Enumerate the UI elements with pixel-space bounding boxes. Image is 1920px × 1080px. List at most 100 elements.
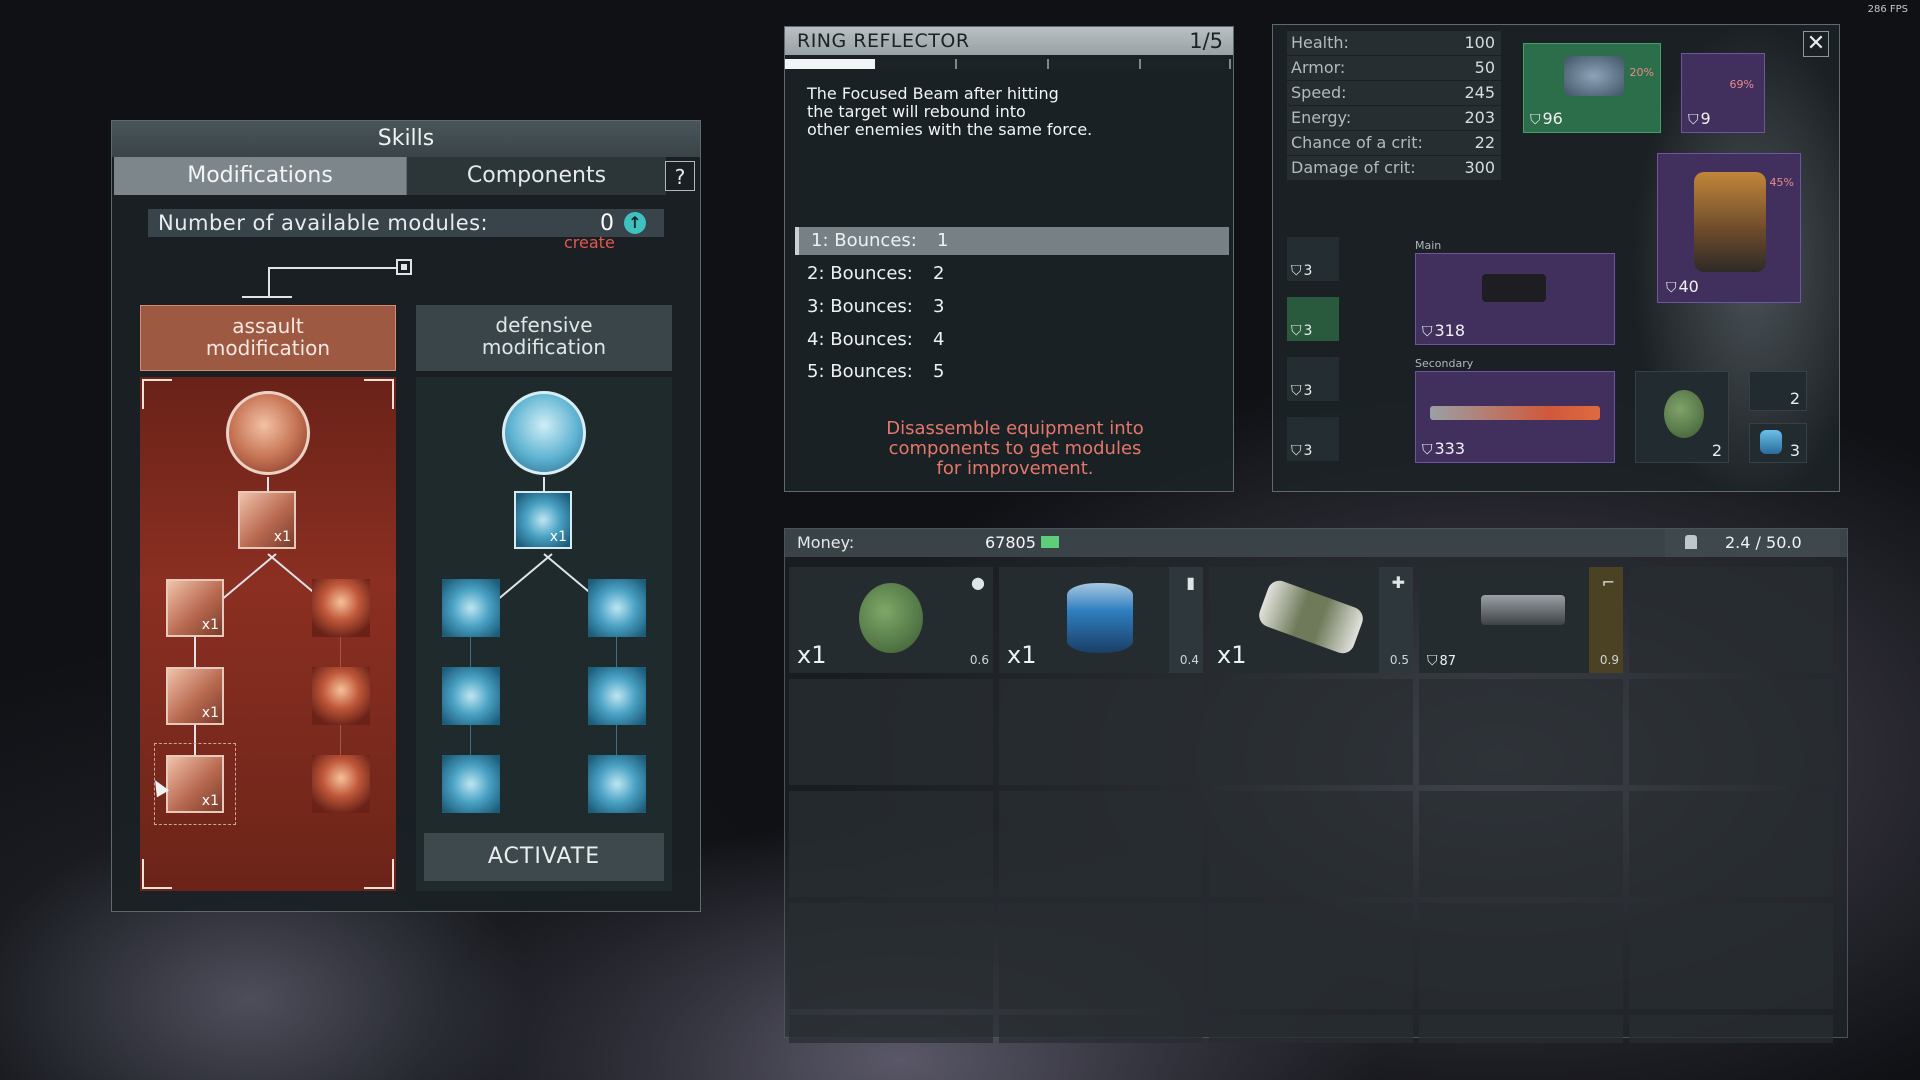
body-armor-slot[interactable]: 45% 40 xyxy=(1657,153,1801,303)
battery-icon xyxy=(1067,583,1133,653)
battery-icon xyxy=(1760,430,1782,454)
equipment-panel: Health:100 Armor:50 Speed:245 Energy:203… xyxy=(1272,24,1840,492)
armor-shield-skill-icon[interactable] xyxy=(588,755,646,813)
expand-icon[interactable] xyxy=(396,259,412,275)
defensive-modification-header[interactable]: defensive modification xyxy=(416,305,672,371)
inventory-slot[interactable] xyxy=(999,1015,1203,1043)
quick-slot[interactable]: 3 xyxy=(1749,423,1807,463)
modules-label: Number of available modules: xyxy=(158,209,488,237)
assault-modification-label: assault modification xyxy=(141,315,395,359)
body-shield-skill-icon[interactable] xyxy=(502,391,586,475)
tab-modifications[interactable]: Modifications xyxy=(114,157,406,195)
beam-target-skill-icon[interactable]: x1 xyxy=(166,667,224,725)
selection-frame xyxy=(154,743,236,825)
level-row: 4: Bounces:4 xyxy=(795,326,1225,354)
drone-slot[interactable]: 20% 96 xyxy=(1523,43,1661,133)
inventory-slot[interactable] xyxy=(999,903,1203,1009)
help-button[interactable]: ? xyxy=(665,161,695,191)
skill-level-count: 1/5 xyxy=(1189,27,1223,55)
mod-slot[interactable]: 3 xyxy=(1287,237,1339,281)
beam-burst-skill-icon[interactable] xyxy=(312,579,370,637)
mod-slot[interactable]: 3 xyxy=(1287,417,1339,461)
claw-skill-icon[interactable]: x1 xyxy=(514,491,572,549)
inventory-slot[interactable] xyxy=(1419,791,1623,897)
pistol-type-icon: ⌐ xyxy=(1602,573,1615,592)
pistol-icon xyxy=(1481,595,1565,625)
create-link[interactable]: create xyxy=(564,233,615,252)
main-weapon-slot[interactable]: 318 xyxy=(1415,253,1615,345)
inventory-item[interactable]: 87 ⌐ 0.9 xyxy=(1419,567,1623,673)
inventory-slot[interactable] xyxy=(1629,791,1833,897)
add-module-icon[interactable]: ↑ xyxy=(624,212,646,234)
expand-skill-icon[interactable] xyxy=(442,667,500,725)
skill-progress-fill xyxy=(785,59,875,69)
inventory-slot[interactable] xyxy=(1209,903,1413,1009)
vest-icon xyxy=(1694,172,1766,272)
skill-description-panel: RING REFLECTOR 1/5 The Focused Beam afte… xyxy=(784,26,1234,492)
inventory-slot[interactable] xyxy=(1629,1015,1833,1043)
mod-slot[interactable]: 3 xyxy=(1287,357,1339,401)
frost-skill-icon[interactable] xyxy=(442,579,500,637)
progress-tick xyxy=(955,59,957,69)
beam-explosion-skill-icon[interactable] xyxy=(312,755,370,813)
inventory-slot[interactable] xyxy=(789,791,993,897)
level-row: 2: Bounces:2 xyxy=(795,260,1225,288)
focused-beam-skill-icon[interactable] xyxy=(226,391,310,475)
connector-line xyxy=(268,267,398,269)
helmet-slot[interactable]: 69% 9 xyxy=(1681,53,1765,133)
stat-crit-damage: Damage of crit:300 xyxy=(1287,156,1501,180)
inventory-slot[interactable] xyxy=(1209,791,1413,897)
frame-corner xyxy=(142,859,172,889)
activate-button[interactable]: ACTIVATE xyxy=(424,833,664,881)
inventory-slot[interactable] xyxy=(1629,679,1833,785)
inventory-slot[interactable] xyxy=(1419,679,1623,785)
stat-armor: Armor:50 xyxy=(1287,56,1501,80)
close-button[interactable]: ✕ xyxy=(1803,31,1829,57)
stat-energy: Energy:203 xyxy=(1287,106,1501,130)
drone-icon xyxy=(1564,56,1624,96)
inventory-slot[interactable] xyxy=(1629,567,1833,673)
inventory-slot[interactable] xyxy=(1629,903,1833,1009)
main-weapon-label: Main xyxy=(1415,239,1441,252)
connector-line xyxy=(242,296,292,298)
connector-line xyxy=(194,637,196,671)
inventory-slot[interactable] xyxy=(1209,1015,1413,1043)
tab-components[interactable]: Components xyxy=(406,157,666,195)
inventory-slot[interactable] xyxy=(1419,903,1623,1009)
inventory-slot[interactable] xyxy=(999,679,1203,785)
secondary-weapon-slot[interactable]: 333 xyxy=(1415,371,1615,463)
secondary-weapon-label: Secondary xyxy=(1415,357,1473,370)
assault-tree: x1 x1 x1 x1 xyxy=(140,377,396,891)
inventory-slot[interactable] xyxy=(1419,1015,1623,1043)
assault-modification-header[interactable]: assault modification xyxy=(140,305,396,371)
frame-corner xyxy=(364,379,394,409)
hex-shield-skill-icon[interactable] xyxy=(588,579,646,637)
connector-line xyxy=(616,637,617,671)
inventory-slot[interactable] xyxy=(789,1015,993,1043)
medkit-icon xyxy=(1256,577,1366,656)
connector-line xyxy=(498,553,553,600)
fire-beam-skill-icon[interactable]: x1 xyxy=(238,491,296,549)
stat-crit-chance: Chance of a crit:22 xyxy=(1287,131,1501,155)
inventory-header: Money: 67805 2.4 / 50.0 xyxy=(785,529,1847,557)
mod-slot[interactable]: 3 xyxy=(1287,297,1339,341)
beam-power-skill-icon[interactable]: x1 xyxy=(166,579,224,637)
flame-skill-icon[interactable] xyxy=(312,667,370,725)
inventory-item[interactable]: x1 ● 0.6 xyxy=(789,567,993,673)
grenade-slot[interactable]: 2 xyxy=(1635,371,1729,463)
fist-skill-icon[interactable] xyxy=(442,755,500,813)
connector-line xyxy=(340,637,341,671)
inventory-slot[interactable] xyxy=(1209,679,1413,785)
level-row: 1: Bounces:1 xyxy=(795,227,1229,255)
inventory-slot[interactable] xyxy=(789,679,993,785)
skill-description: The Focused Beam after hitting the targe… xyxy=(807,85,1207,139)
inventory-item[interactable]: x1 ▮ 0.4 xyxy=(999,567,1203,673)
grenade-icon xyxy=(1664,390,1704,438)
inventory-item[interactable]: x1 ✚ 0.5 xyxy=(1209,567,1413,673)
connector-line xyxy=(470,637,471,671)
inventory-slot[interactable] xyxy=(999,791,1203,897)
quick-slot[interactable]: 2 xyxy=(1749,371,1807,411)
inventory-slot[interactable] xyxy=(789,903,993,1009)
shield-burst-skill-icon[interactable] xyxy=(588,667,646,725)
skill-title: RING REFLECTOR xyxy=(797,27,970,55)
